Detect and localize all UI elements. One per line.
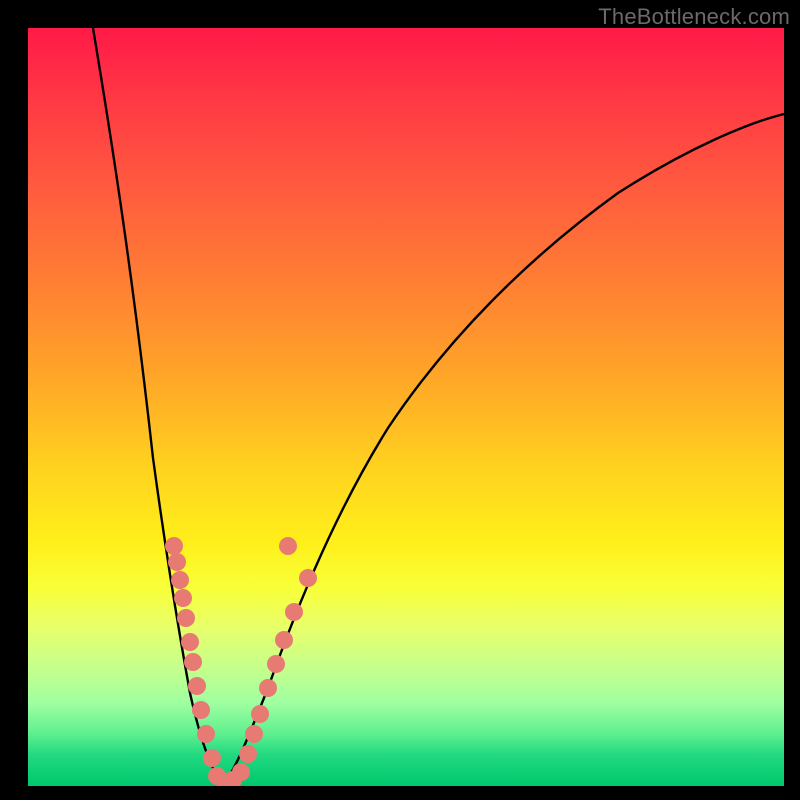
curve-left (93, 28, 223, 784)
curve-right (223, 114, 784, 784)
data-dots (165, 537, 317, 786)
watermark-text: TheBottleneck.com (598, 4, 790, 30)
chart-overlay (28, 28, 784, 786)
chart-frame: TheBottleneck.com (0, 0, 800, 800)
